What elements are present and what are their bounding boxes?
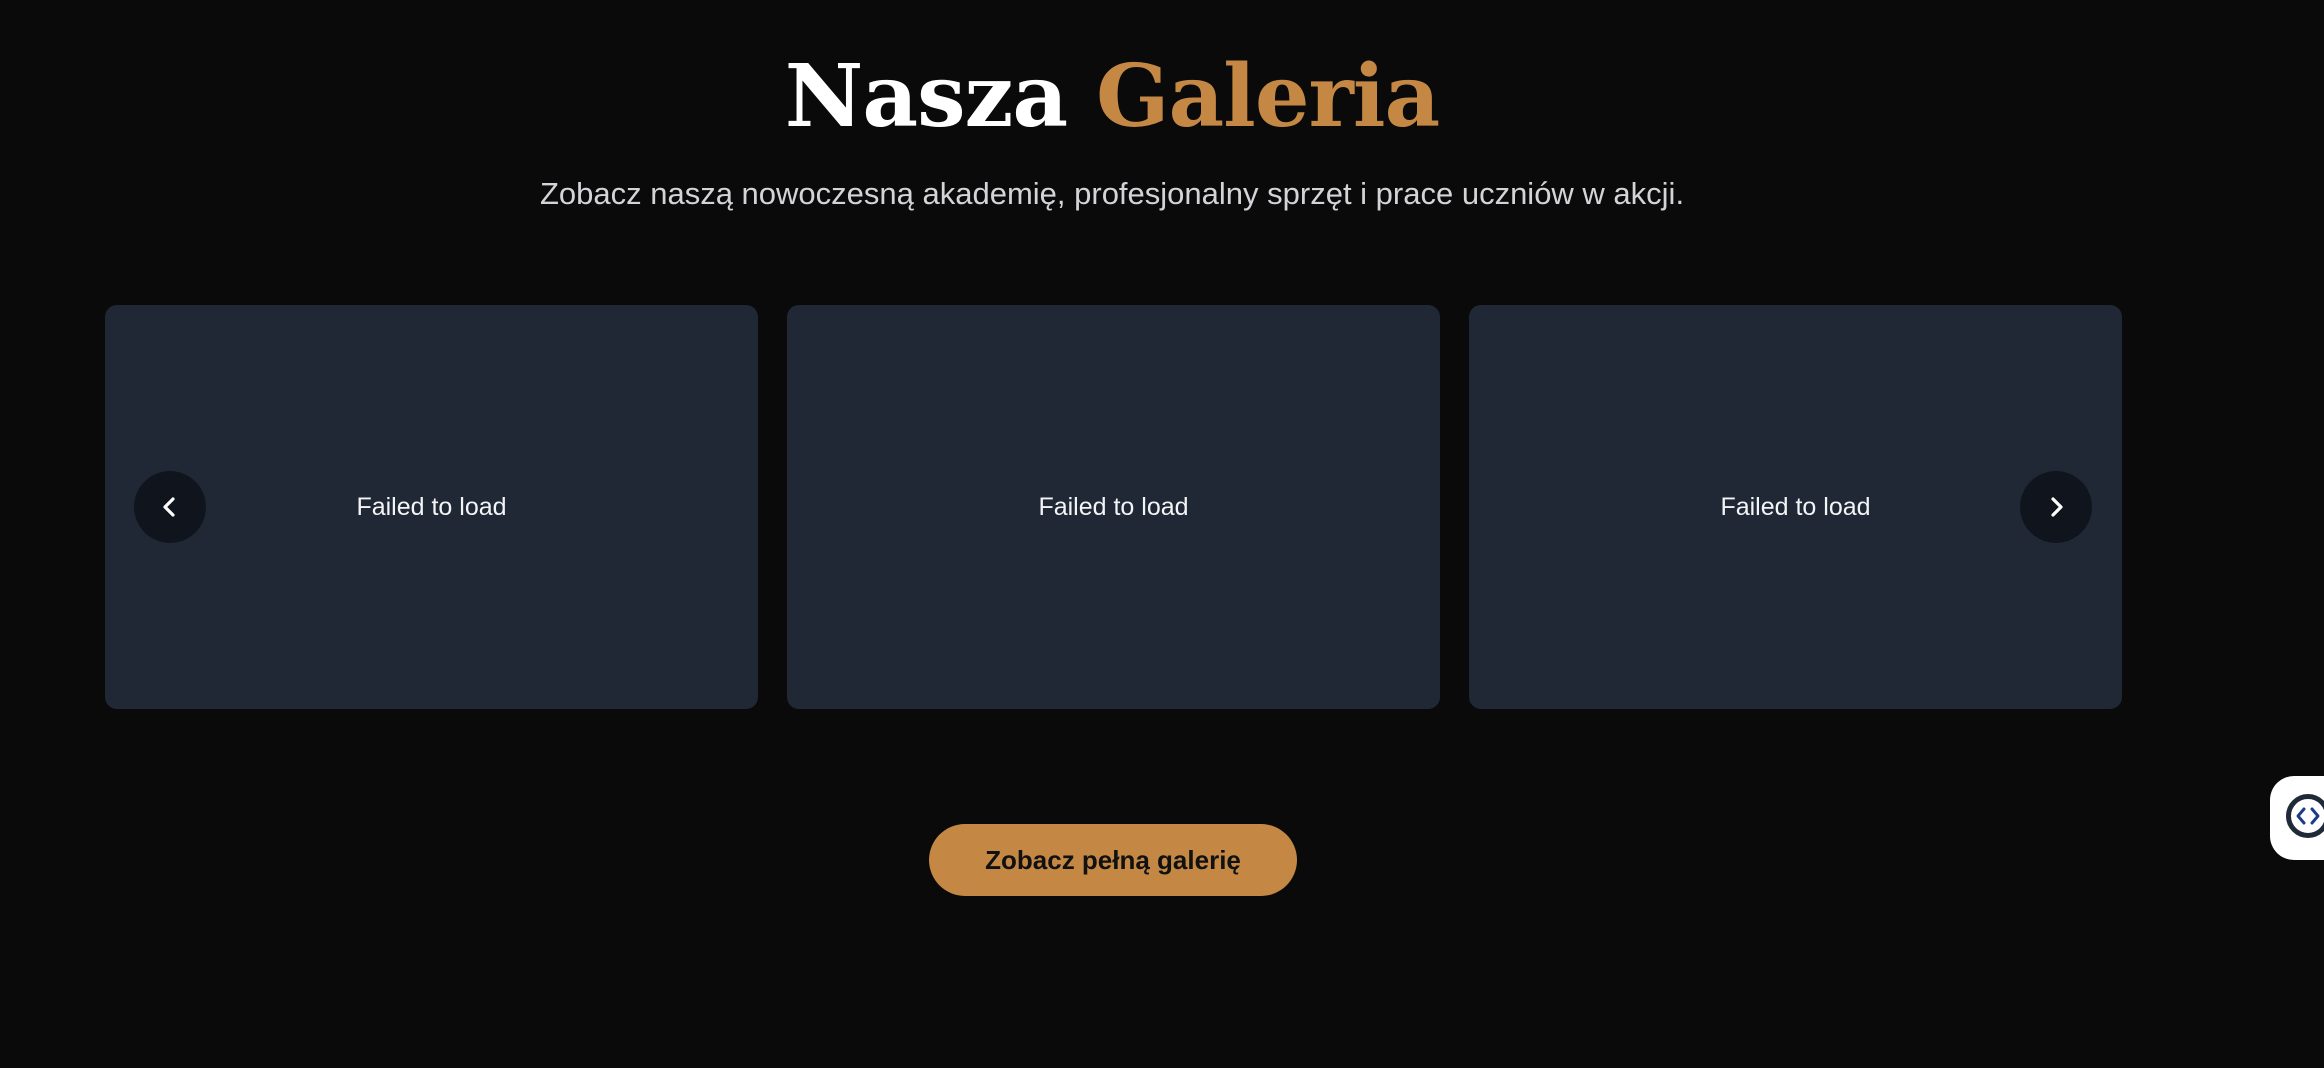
- gallery-subtitle: Zobacz naszą nowoczesną akademię, profes…: [539, 176, 1685, 211]
- code-brackets-icon: [2286, 794, 2324, 838]
- carousel-next-button[interactable]: [2020, 471, 2092, 543]
- carousel-prev-button[interactable]: [134, 471, 206, 543]
- title-accent: Galeria: [1096, 46, 1440, 147]
- title-main: Nasza: [784, 46, 1068, 147]
- chevron-left-icon: [156, 493, 184, 521]
- floating-widget-button[interactable]: [2270, 776, 2324, 860]
- gallery-section: Nasza Galeria Zobacz naszą nowoczesną ak…: [0, 0, 2324, 1068]
- full-gallery-button[interactable]: Zobacz pełną galerię: [929, 824, 1297, 896]
- gallery-image-card-2[interactable]: Failed to load: [787, 305, 1440, 709]
- chevron-right-icon: [2042, 493, 2070, 521]
- gallery-title: Nasza Galeria: [0, 42, 2224, 152]
- image-error-text: Failed to load: [1038, 492, 1189, 521]
